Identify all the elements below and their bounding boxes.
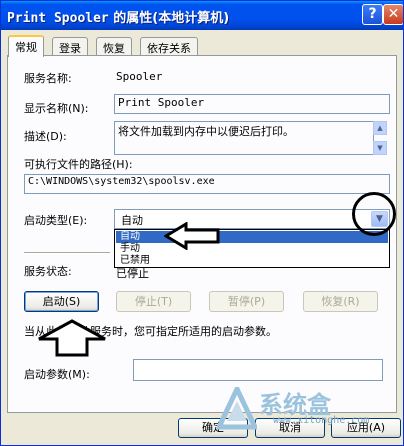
exe-path-label: 可执行文件的路径(H): <box>24 158 133 171</box>
start-params-input[interactable] <box>133 359 383 381</box>
start-params-label: 启动参数(M): <box>24 368 90 381</box>
title-suffix: 的属性(本地计算机) <box>108 11 230 26</box>
display-name-label: 显示名称(N): <box>24 102 89 115</box>
resume-button[interactable]: 恢复(R) <box>303 291 378 312</box>
description-scrollbar[interactable]: ▲ ▼ <box>373 121 387 155</box>
start-button[interactable]: 启动(S) <box>24 291 99 312</box>
title-service-name: Print Spooler <box>7 11 109 26</box>
tab-general[interactable]: 常规 <box>8 35 44 57</box>
startup-option-manual[interactable]: 手动 <box>116 243 388 255</box>
service-name-label: 服务名称: <box>24 72 72 85</box>
exe-path-field[interactable]: C:\WINDOWS\system32\spoolsv.exe <box>24 174 390 194</box>
annotation-arrow-left <box>164 222 220 250</box>
tab-logon[interactable]: 登录 <box>52 37 88 56</box>
properties-dialog: Print Spooler 的属性(本地计算机) ? ✕ 常规 登录 恢复 依存… <box>0 0 404 446</box>
close-button[interactable]: ✕ <box>383 4 403 25</box>
service-name-value: Spooler <box>116 70 163 83</box>
window-title: Print Spooler 的属性(本地计算机) <box>7 7 229 26</box>
startup-type-dropdown: 自动 手动 已禁用 <box>114 229 390 268</box>
stop-button[interactable]: 停止(T) <box>116 291 191 312</box>
tab-dependencies[interactable]: 依存关系 <box>140 37 198 56</box>
service-status-value: 已停止 <box>116 267 149 280</box>
startup-type-label: 启动类型(E): <box>24 214 88 227</box>
arrow-up-icon <box>38 319 106 357</box>
startup-type-value: 自动 <box>121 214 143 227</box>
title-bar[interactable]: Print Spooler 的属性(本地计算机) ? ✕ <box>1 1 403 30</box>
scroll-up-icon[interactable]: ▲ <box>373 121 387 135</box>
close-icon: ✕ <box>387 6 400 22</box>
arrow-left-icon <box>164 222 220 250</box>
service-status-label: 服务状态: <box>24 265 72 278</box>
watermark-icon <box>217 387 257 430</box>
scroll-down-icon[interactable]: ▼ <box>373 141 387 155</box>
description-label: 描述(D): <box>24 130 67 143</box>
divider <box>24 252 110 254</box>
annotation-circle <box>352 192 396 236</box>
annotation-arrow-up <box>38 319 106 357</box>
watermark-url: www.xitonghe.com <box>273 415 370 426</box>
watermark-logo: 系统盒 www.xitonghe.com <box>217 385 403 445</box>
display-name-field[interactable]: Print Spooler <box>114 94 390 114</box>
tab-recovery[interactable]: 恢复 <box>96 37 132 56</box>
description-field[interactable]: 将文件加载到内存中以便迟后打印。 <box>114 121 374 155</box>
startup-type-select[interactable]: 自动 ▼ <box>114 209 390 229</box>
help-button[interactable]: ? <box>362 4 383 25</box>
startup-option-disabled[interactable]: 已禁用 <box>116 255 388 267</box>
help-icon: ? <box>368 6 377 22</box>
pause-button[interactable]: 暂停(P) <box>209 291 284 312</box>
startup-option-auto[interactable]: 自动 <box>116 231 388 243</box>
